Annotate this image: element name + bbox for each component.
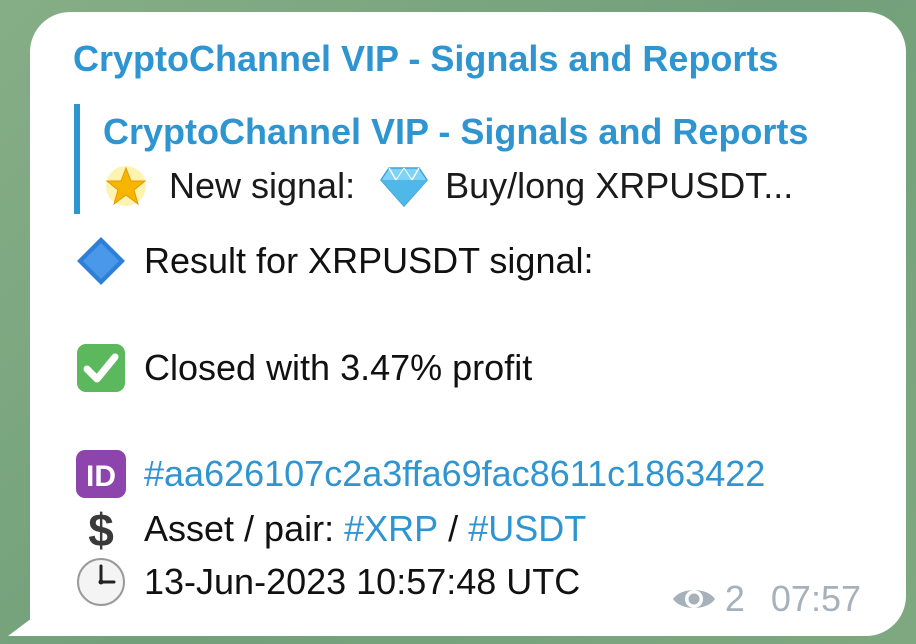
- id-button-icon: ID: [74, 450, 128, 498]
- result-text: Result for XRPUSDT signal:: [144, 240, 594, 281]
- xrp-hashtag-link[interactable]: #XRP: [344, 508, 438, 550]
- reply-title: CryptoChannel VIP - Signals and Reports: [103, 111, 809, 152]
- usdt-hashtag-link[interactable]: #USDT: [468, 508, 586, 550]
- reply-quote[interactable]: CryptoChannel VIP - Signals and Reports …: [74, 104, 874, 214]
- timestamp-text: 13-Jun-2023 10:57:48 UTC: [144, 561, 581, 602]
- asset-line: $ Asset / pair: #XRP / #USDT: [74, 503, 586, 555]
- id-hashtag-link[interactable]: #aa626107c2a3ffa69fac8611c1863422: [144, 453, 765, 495]
- reply-signal-text: Buy/long XRPUSDT...: [445, 165, 794, 206]
- heavy-dollar-sign-icon: $: [74, 504, 128, 554]
- closed-line: Closed with 3.47% profit: [74, 342, 532, 394]
- blue-diamond-icon: [74, 237, 128, 285]
- new-signal-label: New signal:: [169, 165, 356, 206]
- asset-label: Asset / pair:: [144, 508, 335, 549]
- svg-text:$: $: [88, 504, 114, 554]
- asset-separator: /: [448, 508, 459, 549]
- svg-text:ID: ID: [86, 460, 116, 493]
- eye-icon: [671, 584, 717, 614]
- message-meta: 2 07:57: [671, 578, 861, 620]
- sender-name[interactable]: CryptoChannel VIP - Signals and Reports: [73, 38, 778, 80]
- clock-icon: [74, 558, 128, 606]
- view-count: 2: [724, 578, 745, 619]
- closed-text: Closed with 3.47% profit: [144, 347, 533, 388]
- reply-text: New signal: Buy/long XRPUSDT...: [103, 160, 874, 212]
- timestamp-line: 13-Jun-2023 10:57:48 UTC: [74, 556, 580, 608]
- check-mark-button-icon: [74, 344, 128, 392]
- message-time: 07:57: [770, 578, 861, 619]
- result-line: Result for XRPUSDT signal:: [74, 235, 594, 287]
- gem-stone-icon: [377, 162, 431, 210]
- id-line: ID #aa626107c2a3ffa69fac8611c1863422: [74, 448, 765, 500]
- glowing-star-icon: [103, 162, 149, 210]
